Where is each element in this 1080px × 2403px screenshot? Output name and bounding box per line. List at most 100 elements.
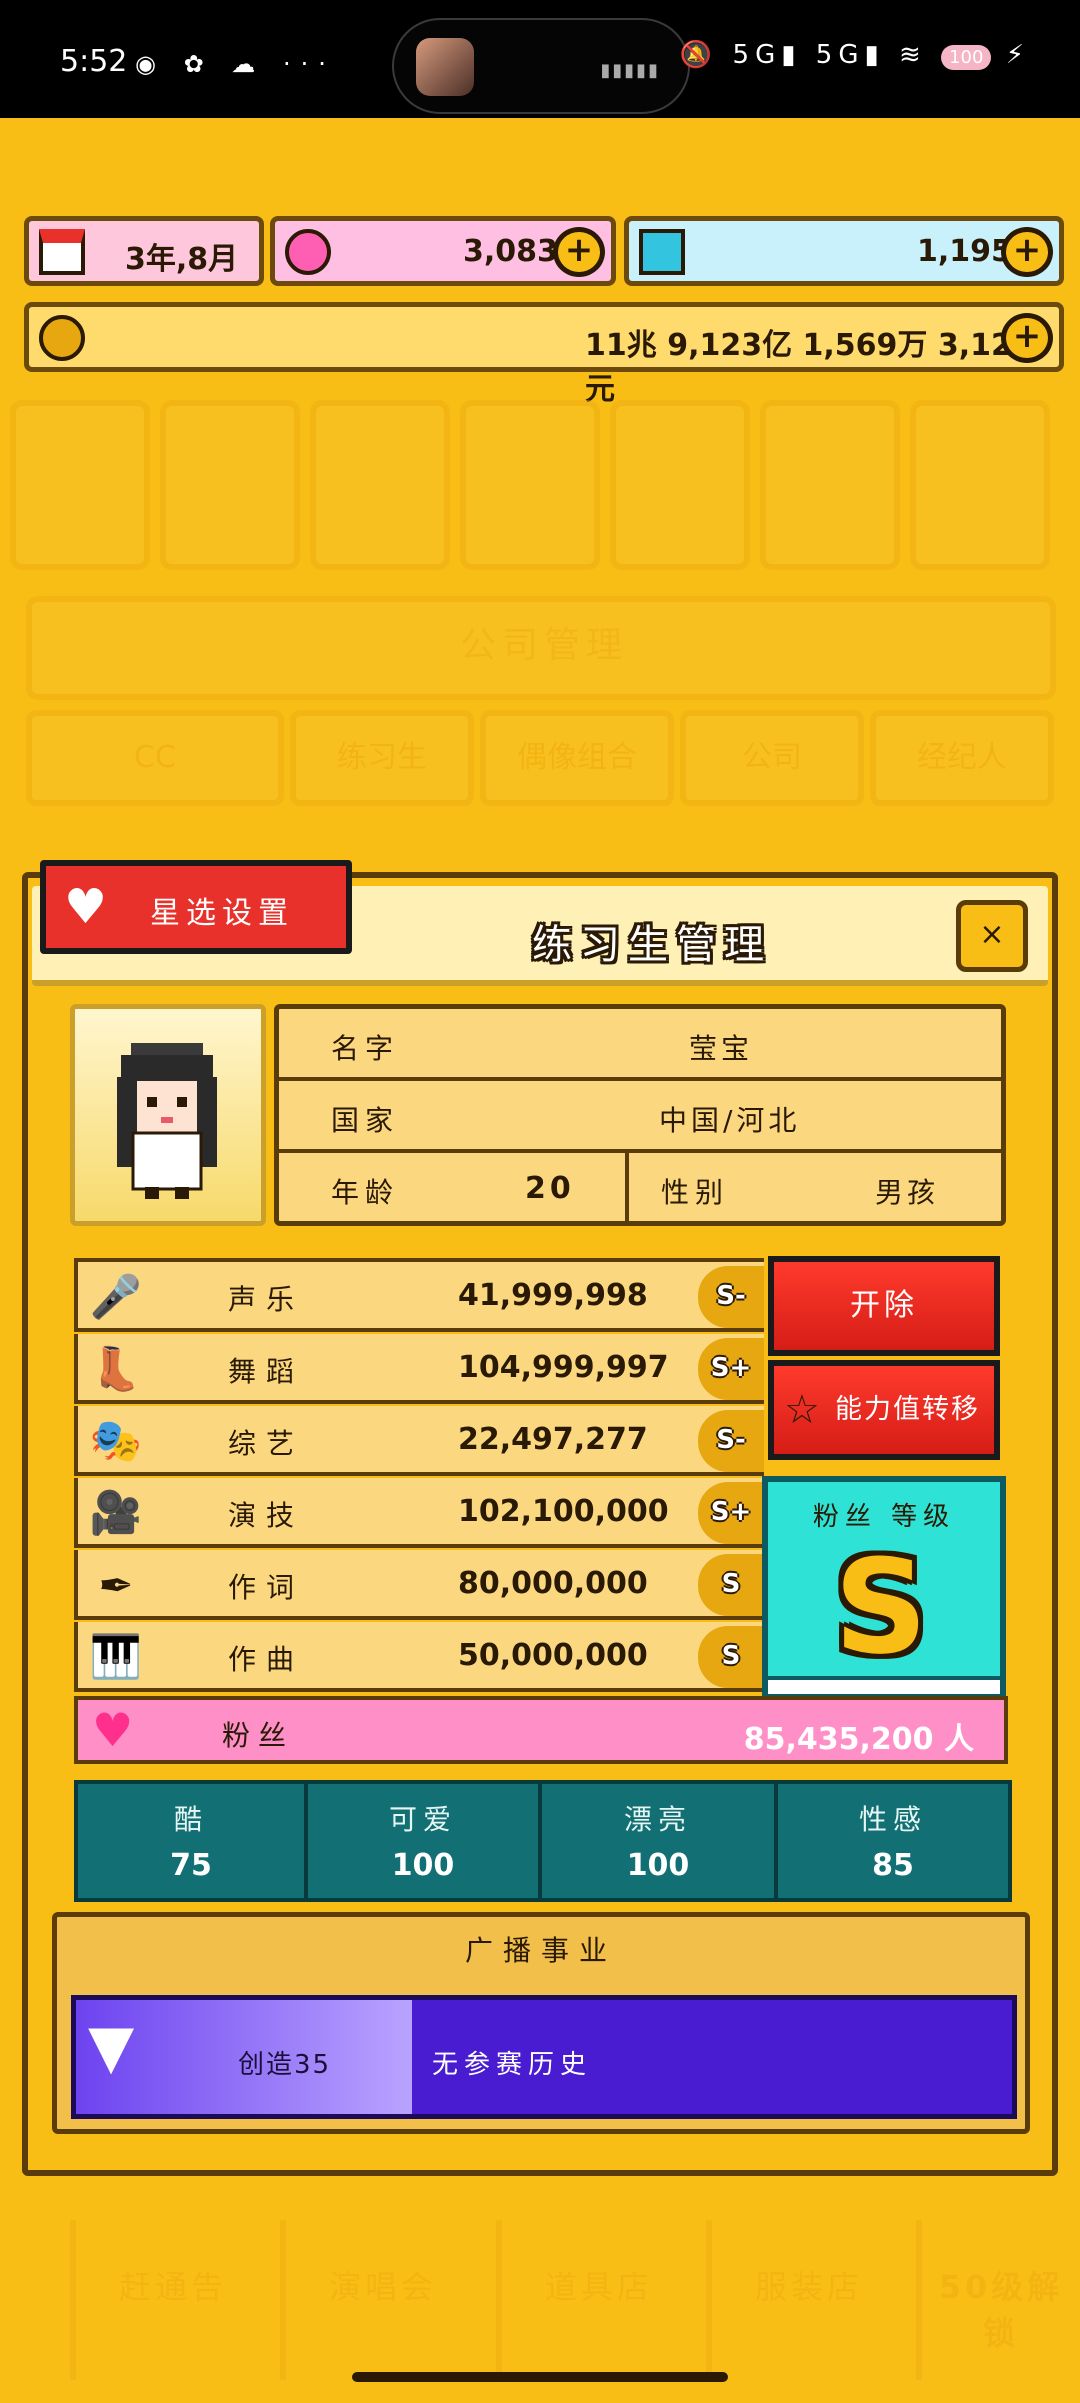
profile-info: 名字 莹宝 国家 中国/河北 年龄 20 性别 男孩 (274, 1004, 1006, 1226)
skill-value: 102,100,000 (458, 1494, 669, 1529)
transfer-ability-label: 能力值转移 (835, 1394, 980, 1425)
trait-value: 75 (170, 1848, 212, 1883)
modal-title: 练习生管理 (532, 922, 772, 968)
money-display: 11兆 9,123亿 1,569万 3,120元 + (24, 302, 1064, 407)
signal-icons: 🔕 5G▮ 5G▮ ≋ (679, 40, 927, 70)
audio-wave-icon: ▮▮▮▮▮ (600, 60, 660, 81)
calendar-icon (39, 229, 85, 275)
pink-gem-display: 3,083 + (270, 216, 616, 286)
coin-icon (39, 315, 85, 361)
heart-icon: ♥ (64, 879, 108, 935)
background-nav-item: 道具店 (496, 2220, 696, 2380)
diamond-icon (639, 229, 685, 275)
skill-row-compose: 🎹 作曲 50,000,000 S (74, 1622, 764, 1692)
skill-row-dance: 👢 舞蹈 104,999,997 S+ (74, 1334, 764, 1404)
skill-grade-badge: S (698, 1626, 764, 1688)
skill-grade-badge: S+ (698, 1338, 764, 1400)
piano-icon: 🎹 (89, 1632, 143, 1681)
age-value: 20 (525, 1171, 575, 1206)
microphone-icon: 🎤 (89, 1272, 143, 1321)
skill-grade-badge: S- (698, 1410, 764, 1472)
background-menu-row (10, 400, 1070, 580)
background-nav-item: 赶通告 (70, 2220, 270, 2380)
funnel-icon: ▼ (88, 2012, 135, 2082)
status-right-icons: 🔕 5G▮ 5G▮ ≋ 100 ⚡ (680, 40, 1030, 70)
trait-cool: 酷 75 (78, 1784, 308, 1898)
shoe-icon: 👢 (89, 1344, 143, 1393)
skill-row-variety: 🎭 综艺 22,497,277 S- (74, 1406, 764, 1476)
background-tabs: CC 练习生 偶像组合 公司 经纪人 (26, 710, 1056, 810)
trait-sexy: 性感 85 (778, 1784, 1008, 1898)
trait-pretty: 漂亮 100 (542, 1784, 778, 1898)
trainee-avatar (70, 1004, 266, 1226)
dynamic-island[interactable]: ▮▮▮▮▮ (392, 18, 690, 114)
trait-cute: 可爱 100 (308, 1784, 542, 1898)
background-nav-item: 解 (0, 2220, 30, 2380)
skill-row-lyrics: ✒ 作词 80,000,000 S (74, 1550, 764, 1620)
transfer-ability-button[interactable]: ☆ 能力值转移 (768, 1360, 1000, 1460)
fan-level-label: 粉丝 等级 (812, 1502, 956, 1532)
name-value: 莹宝 (689, 1032, 754, 1065)
skill-grade-badge: S+ (698, 1482, 764, 1544)
fan-level-bar (768, 1676, 1000, 1694)
home-indicator[interactable] (352, 2372, 728, 2382)
add-pink-gem-button[interactable]: + (553, 227, 605, 277)
profile-name-row: 名字 莹宝 (279, 1009, 1001, 1081)
background-nav-item: 服装店 (706, 2220, 906, 2380)
add-money-button[interactable]: + (1001, 313, 1053, 363)
pink-heart-icon: ♥ (92, 1703, 134, 1757)
fans-bar: ♥ 粉丝 85,435,200 人 (74, 1696, 1008, 1764)
trait-label: 漂亮 (623, 1803, 692, 1836)
country-value: 中国/河北 (659, 1104, 801, 1137)
pen-icon: ✒ (98, 1560, 134, 1610)
trait-label: 性感 (858, 1803, 927, 1836)
gender-value: 男孩 (875, 1176, 940, 1209)
mask-icon: 🎭 (89, 1416, 143, 1465)
skill-row-vocal: 🎤 声乐 41,999,998 S- (74, 1262, 764, 1332)
background-tab: 公司 (680, 710, 864, 806)
background-menu-cell (460, 400, 600, 570)
skill-value: 80,000,000 (458, 1566, 648, 1601)
profile-country-row: 国家 中国/河北 (279, 1081, 1001, 1153)
money-value: 11兆 9,123亿 1,569万 3,120元 (585, 328, 1033, 407)
skill-name: 作词 (228, 1571, 305, 1604)
trait-label: 可爱 (388, 1803, 457, 1836)
pink-gem-value: 3,083 (463, 234, 558, 269)
trait-panel: 酷 75 可爱 100 漂亮 100 性感 85 (74, 1780, 1012, 1902)
trainee-sprite-icon (117, 1043, 217, 1199)
skill-grade-badge: S (698, 1554, 764, 1616)
add-diamond-button[interactable]: + (1001, 227, 1053, 277)
broadcast-history-bar[interactable]: ▼ 创造35 无参赛历史 (71, 1995, 1017, 2119)
background-tab: CC (26, 710, 284, 806)
create-team-label: 创造35 (238, 2050, 332, 2080)
fan-level-panel: 粉丝 等级 S (762, 1476, 1006, 1700)
fan-level-grade: S (834, 1531, 928, 1683)
fans-value: 85,435,200 人 (743, 1722, 974, 1757)
star-icon: ☆ (784, 1387, 822, 1433)
background-panel-title: 公司管理 (460, 625, 629, 666)
battery-indicator: 100 (941, 45, 992, 70)
background-menu-cell (10, 400, 150, 570)
background-tab: 偶像组合 (480, 710, 674, 806)
media-thumbnail-icon (416, 38, 474, 96)
trait-value: 85 (872, 1848, 914, 1883)
background-menu-cell (910, 400, 1050, 570)
date-value: 3年,8月 (125, 242, 239, 277)
status-bar: 5:52 ◉ ✿ ☁ ··· ▮▮▮▮▮ 🔕 5G▮ 5G▮ ≋ 100 ⚡ (0, 0, 1080, 118)
skill-value: 104,999,997 (458, 1350, 669, 1385)
competition-history-text: 无参赛历史 (432, 2050, 593, 2080)
skill-row-acting: 🎥 演技 102,100,000 S+ (74, 1478, 764, 1548)
profile-age-row: 年龄 20 (279, 1153, 629, 1225)
background-nav-item: 演唱会 (280, 2220, 480, 2380)
star-select-label: 星选设置 (150, 896, 294, 931)
create-team-box: ▼ 创造35 (76, 2000, 412, 2114)
country-label: 国家 (331, 1104, 400, 1137)
name-label: 名字 (331, 1032, 400, 1065)
star-select-settings-button[interactable]: ♥ 星选设置 (40, 860, 352, 954)
diamond-display: 1,195 + (624, 216, 1064, 286)
close-button[interactable]: × (956, 900, 1028, 972)
skill-name: 作曲 (228, 1643, 305, 1676)
skill-value: 22,497,277 (458, 1422, 648, 1457)
camera-icon: 🎥 (89, 1488, 143, 1537)
dismiss-button[interactable]: 开除 (768, 1256, 1000, 1356)
